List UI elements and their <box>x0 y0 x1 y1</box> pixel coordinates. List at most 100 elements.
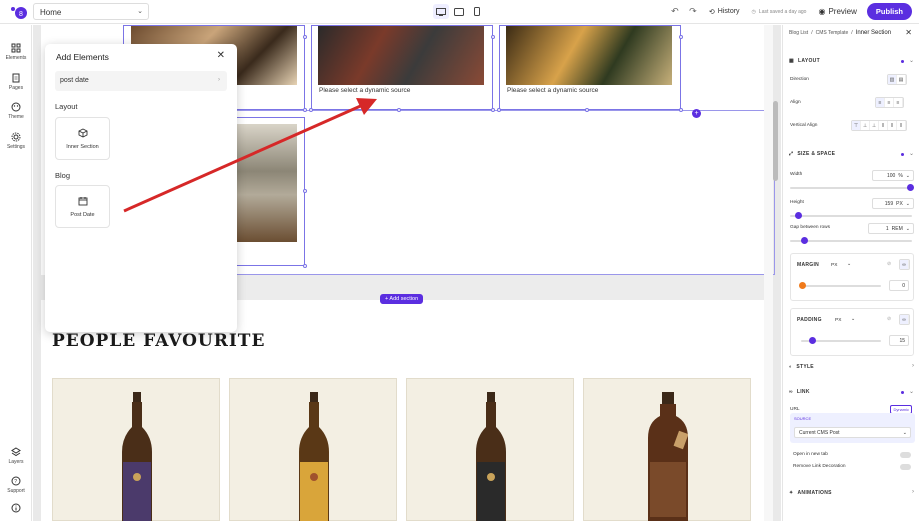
redo-icon[interactable]: ↷ <box>687 6 699 18</box>
layout-section-header[interactable]: ▦ LAYOUT <box>789 58 820 64</box>
product-card[interactable] <box>583 378 751 521</box>
resize-handle[interactable] <box>679 35 683 39</box>
resize-handle[interactable] <box>397 108 401 112</box>
valign-space-icon[interactable]: ‖ <box>888 121 897 130</box>
product-card[interactable] <box>52 378 220 521</box>
add-column-button[interactable]: + <box>692 109 701 118</box>
direction-row-icon[interactable]: ▤ <box>897 75 906 84</box>
add-section-button[interactable]: + Add section <box>380 294 424 304</box>
width-input[interactable]: 100 % ⌄ <box>872 170 914 181</box>
left-nav: Elements Pages Theme Settings Layers ? S… <box>0 25 32 521</box>
product-card[interactable] <box>406 378 574 521</box>
margin-slider[interactable] <box>801 285 881 287</box>
undo-icon[interactable]: ↶ <box>669 6 681 18</box>
animations-section-label: ANIMATIONS <box>797 490 832 496</box>
chevron-down-icon[interactable]: ⌄ <box>909 57 914 64</box>
resize-handle[interactable] <box>303 189 307 193</box>
saved-status-text: Last saved a day ago <box>758 8 807 15</box>
resize-handle[interactable] <box>303 264 307 268</box>
width-slider[interactable] <box>790 187 912 189</box>
breadcrumb-item[interactable]: Blog List <box>789 30 808 36</box>
align-label: Align <box>790 100 801 105</box>
valign-between-icon[interactable]: ‖ <box>897 121 906 130</box>
size-space-section-header[interactable]: ⤢ SIZE & SPACE <box>789 151 835 157</box>
nav-settings[interactable]: Settings <box>0 132 32 150</box>
size-space-section-label: SIZE & SPACE <box>797 151 836 157</box>
nav-support[interactable]: ? Support <box>0 476 32 494</box>
brewery-image[interactable] <box>237 124 297 242</box>
close-icon[interactable]: ✕ <box>905 28 912 37</box>
selection-outline-3 <box>499 25 681 110</box>
canvas-scrollbar[interactable] <box>773 101 778 181</box>
mobile-view-button[interactable] <box>469 4 485 19</box>
height-slider-knob[interactable] <box>795 212 802 219</box>
preview-button[interactable]: ◉ Preview <box>818 7 856 16</box>
direction-column-icon[interactable]: ▥ <box>888 75 897 84</box>
nav-layers[interactable]: Layers <box>0 447 32 465</box>
nav-theme[interactable]: Theme <box>0 102 32 120</box>
post-date-element[interactable]: Post Date <box>55 185 110 228</box>
resize-handle[interactable] <box>303 108 307 112</box>
height-value: 159 <box>884 200 894 207</box>
chevron-right-icon[interactable]: › <box>912 489 914 495</box>
align-left-icon[interactable]: ≡ <box>876 98 885 107</box>
gap-input[interactable]: 1 REM ⌄ <box>868 223 914 234</box>
close-icon[interactable]: ✕ <box>217 50 225 61</box>
help-icon: ? <box>11 476 21 486</box>
align-right-icon[interactable]: ≡ <box>894 98 903 107</box>
chevron-right-icon[interactable]: › <box>912 363 914 369</box>
remove-decoration-toggle[interactable] <box>900 464 911 470</box>
valign-bottom-icon[interactable]: ⊥ <box>870 121 879 130</box>
resize-handle[interactable] <box>491 35 495 39</box>
link-icon[interactable]: ∞ <box>900 260 909 269</box>
style-section-header[interactable]: ◐ STYLE <box>789 364 814 370</box>
publish-button[interactable]: Publish <box>866 3 912 20</box>
desktop-view-button[interactable] <box>433 4 449 19</box>
padding-unit[interactable]: PX <box>835 318 841 323</box>
height-slider[interactable] <box>790 215 912 217</box>
inner-section-element[interactable]: Inner Section <box>55 117 110 160</box>
breadcrumb-item[interactable]: CMS Template <box>816 30 849 36</box>
unlink-icon[interactable]: ⊘ <box>887 317 891 322</box>
animations-section-header[interactable]: ✦ ANIMATIONS <box>789 490 832 496</box>
link-section-header[interactable]: ∞ LINK <box>789 389 810 395</box>
source-select[interactable]: Current CMS Post ⌄ <box>794 427 911 438</box>
chevron-down-icon[interactable]: ⌄ <box>909 388 914 395</box>
beer-bottle-image <box>299 392 329 521</box>
layout-section-label: LAYOUT <box>798 58 820 64</box>
resize-handle[interactable] <box>309 108 313 112</box>
page-selector[interactable]: Home ⌄ <box>33 3 149 20</box>
padding-input[interactable]: 15 <box>889 335 909 346</box>
history-button[interactable]: ⟲ History <box>709 8 740 16</box>
valign-top-icon[interactable]: ⊤ <box>852 121 861 130</box>
app-logo-icon[interactable]: 8 <box>9 5 27 20</box>
link-icon[interactable]: ∞ <box>900 315 909 324</box>
resize-handle[interactable] <box>679 108 683 112</box>
info-button[interactable] <box>0 503 32 515</box>
element-search-input[interactable]: post date › <box>55 71 227 91</box>
resize-handle[interactable] <box>497 108 501 112</box>
align-center-icon[interactable]: ≡ <box>885 98 894 107</box>
width-slider-knob[interactable] <box>907 184 914 191</box>
unlink-icon[interactable]: ⊘ <box>887 262 891 267</box>
canvas-scroll-track[interactable] <box>764 25 773 521</box>
chevron-down-icon[interactable]: ⌄ <box>909 150 914 157</box>
open-new-tab-toggle[interactable] <box>900 452 911 458</box>
modified-dot <box>901 153 904 156</box>
gap-slider-knob[interactable] <box>801 237 808 244</box>
nav-pages[interactable]: Pages <box>0 73 32 91</box>
gap-slider[interactable] <box>790 240 912 242</box>
resize-handle[interactable] <box>585 108 589 112</box>
resize-handle[interactable] <box>303 35 307 39</box>
nav-elements[interactable]: Elements <box>0 43 32 61</box>
valign-stretch-icon[interactable]: ‖ <box>879 121 888 130</box>
padding-slider-knob[interactable] <box>809 337 816 344</box>
valign-middle-icon[interactable]: ⊥ <box>861 121 870 130</box>
margin-slider-knob[interactable] <box>799 282 806 289</box>
tablet-view-button[interactable] <box>451 4 467 19</box>
height-input[interactable]: 159 PX ⌄ <box>872 198 914 209</box>
margin-input[interactable]: 0 <box>889 280 909 291</box>
product-card[interactable] <box>229 378 397 521</box>
resize-handle[interactable] <box>491 108 495 112</box>
margin-unit[interactable]: PX <box>831 263 837 268</box>
